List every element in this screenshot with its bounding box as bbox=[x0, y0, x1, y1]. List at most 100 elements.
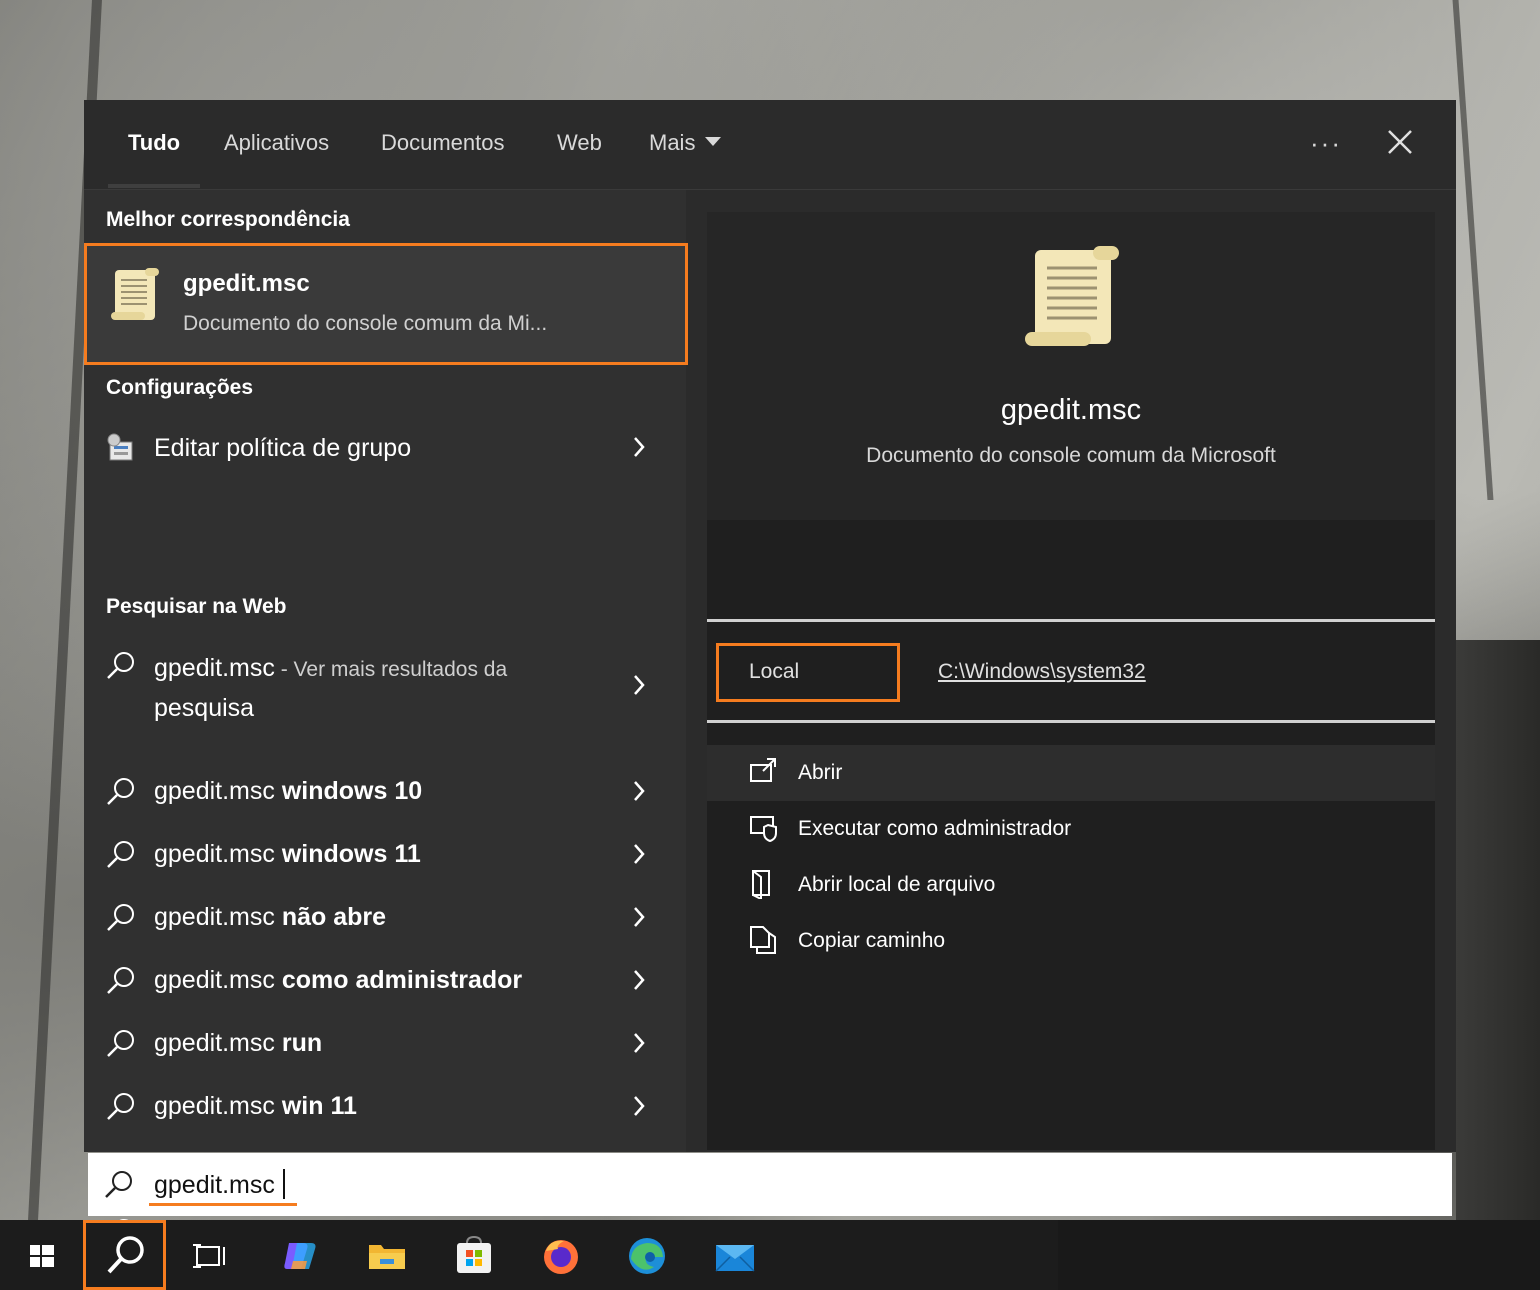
web-suggestion-item[interactable]: gpedit.msc como administrador bbox=[84, 951, 686, 1011]
action-open-file-location[interactable]: Abrir local de arquivo bbox=[707, 857, 1435, 913]
suggestion-text: gpedit.msc run bbox=[154, 1029, 322, 1058]
web-suggestion-item[interactable]: gpedit.msc win 11 bbox=[84, 1077, 686, 1137]
section-best-match: Melhor correspondência bbox=[106, 208, 350, 231]
suggestion-bold: win 11 bbox=[281, 1092, 357, 1120]
action-run-as-admin[interactable]: Executar como administrador bbox=[707, 801, 1435, 857]
chevron-right-icon bbox=[634, 1033, 645, 1053]
suggestion-prefix: gpedit.msc bbox=[154, 777, 282, 805]
action-copy-path-label: Copiar caminho bbox=[798, 929, 946, 952]
group-policy-icon bbox=[107, 433, 133, 461]
detail-title: gpedit.msc bbox=[1000, 394, 1142, 426]
chevron-right-icon bbox=[634, 844, 645, 864]
search-box[interactable]: gpedit.msc bbox=[88, 1153, 1452, 1216]
search-icon bbox=[107, 1030, 134, 1057]
windows-start-icon bbox=[30, 1245, 54, 1267]
results-list: Melhor correspondência gpedit.msc Docume… bbox=[84, 190, 688, 1246]
best-match-item[interactable]: gpedit.msc Documento do console comum da… bbox=[84, 243, 688, 365]
wallpaper-crack bbox=[1452, 0, 1494, 500]
microsoft-store-button[interactable] bbox=[432, 1220, 514, 1290]
chevron-right-icon bbox=[634, 675, 645, 695]
taskbar-empty-area bbox=[1058, 1220, 1540, 1290]
settings-item-group-policy[interactable]: Editar política de grupo bbox=[84, 418, 686, 478]
web-suggestion-item[interactable]: gpedit.msc não abre bbox=[84, 888, 686, 948]
copy-icon bbox=[750, 926, 776, 954]
web-suggestion-item[interactable]: gpedit.msc run bbox=[84, 1014, 686, 1074]
action-open-label: Abrir bbox=[798, 761, 843, 784]
search-icon bbox=[107, 841, 134, 868]
copilot-icon bbox=[284, 1243, 316, 1269]
close-icon[interactable] bbox=[1384, 126, 1416, 158]
web-result-query: gpedit.msc bbox=[154, 654, 275, 682]
task-view-icon bbox=[193, 1244, 225, 1268]
folder-open-icon bbox=[752, 870, 770, 899]
action-open-file-location-label: Abrir local de arquivo bbox=[798, 873, 996, 896]
action-copy-path[interactable]: Copiar caminho bbox=[707, 913, 1435, 969]
web-result-line2: pesquisa bbox=[154, 694, 255, 722]
search-underline-highlight bbox=[149, 1203, 297, 1206]
suggestion-text: gpedit.msc não abre bbox=[154, 903, 386, 932]
tab-apps[interactable]: Aplicativos bbox=[224, 130, 329, 156]
text-cursor bbox=[282, 1169, 285, 1199]
tab-more[interactable]: Mais bbox=[649, 130, 722, 156]
chevron-right-icon bbox=[634, 781, 645, 801]
chevron-right-icon bbox=[634, 1096, 645, 1116]
location-link[interactable]: C:\Windows\system32 bbox=[938, 660, 1146, 684]
more-options-button[interactable]: ··· bbox=[1310, 128, 1342, 159]
mail-icon bbox=[715, 1245, 755, 1272]
taskbar bbox=[0, 1220, 1540, 1290]
tab-web[interactable]: Web bbox=[557, 130, 602, 156]
suggestion-prefix: gpedit.msc bbox=[154, 840, 282, 868]
detail-description: Documento do console comum da Microsoft bbox=[866, 444, 1276, 467]
file-explorer-icon bbox=[369, 1245, 405, 1269]
web-result-see-more[interactable]: gpedit.msc - Ver mais resultados da pesq… bbox=[84, 642, 686, 730]
shield-icon bbox=[750, 816, 777, 843]
suggestion-prefix: gpedit.msc bbox=[154, 1029, 282, 1057]
search-icon bbox=[107, 1093, 134, 1120]
tab-documents[interactable]: Documentos bbox=[381, 130, 505, 156]
tab-all[interactable]: Tudo bbox=[128, 130, 180, 156]
chevron-right-icon bbox=[634, 970, 645, 990]
search-input-value: gpedit.msc bbox=[154, 1171, 275, 1199]
suggestion-bold: não abre bbox=[281, 903, 387, 931]
search-icon bbox=[107, 778, 134, 805]
best-match-desc: Documento do console comum da Mi... bbox=[183, 312, 548, 335]
detail-header: gpedit.msc Documento do console comum da… bbox=[707, 212, 1435, 520]
file-explorer-button[interactable] bbox=[345, 1220, 427, 1290]
firefox-icon bbox=[544, 1240, 578, 1274]
taskbar-search-button[interactable] bbox=[83, 1220, 166, 1290]
search-icon bbox=[107, 652, 134, 679]
suggestion-text: gpedit.msc windows 11 bbox=[154, 840, 421, 869]
edge-button[interactable] bbox=[605, 1220, 687, 1290]
divider bbox=[707, 619, 1435, 622]
microsoft-store-icon bbox=[457, 1235, 491, 1273]
task-view-button[interactable] bbox=[168, 1220, 250, 1290]
web-result-suffix: - Ver mais resultados da bbox=[274, 658, 508, 681]
web-result-text: gpedit.msc - Ver mais resultados da bbox=[154, 654, 507, 683]
copilot-button[interactable] bbox=[258, 1220, 340, 1290]
mail-button[interactable] bbox=[693, 1220, 775, 1290]
firefox-button[interactable] bbox=[519, 1220, 601, 1290]
divider bbox=[707, 720, 1435, 723]
suggestion-text: gpedit.msc win 11 bbox=[154, 1092, 357, 1121]
suggestion-bold: windows 10 bbox=[281, 777, 423, 805]
wallpaper-shadow bbox=[1456, 640, 1540, 1220]
suggestion-prefix: gpedit.msc bbox=[154, 903, 282, 931]
web-suggestion-item[interactable]: gpedit.msc windows 11 bbox=[84, 825, 686, 885]
suggestion-bold: como administrador bbox=[281, 966, 523, 994]
suggestion-text: gpedit.msc windows 10 bbox=[154, 777, 422, 806]
active-tab-indicator bbox=[108, 184, 200, 188]
section-web: Pesquisar na Web bbox=[106, 595, 287, 618]
best-match-name: gpedit.msc bbox=[183, 270, 310, 297]
chevron-right-icon bbox=[634, 437, 645, 457]
search-input[interactable]: gpedit.msc bbox=[154, 1169, 285, 1200]
search-icon bbox=[107, 1236, 144, 1274]
search-panel: Tudo Aplicativos Documentos Web Mais ···… bbox=[84, 100, 1456, 1246]
start-button[interactable] bbox=[0, 1220, 82, 1290]
section-settings: Configurações bbox=[106, 376, 254, 399]
web-suggestion-item[interactable]: gpedit.msc windows 10 bbox=[84, 762, 686, 822]
action-open[interactable]: Abrir bbox=[707, 745, 1435, 801]
filter-tabs: Tudo Aplicativos Documentos Web Mais ··· bbox=[84, 100, 1456, 190]
tab-more-label: Mais bbox=[649, 130, 696, 155]
suggestion-bold: windows 11 bbox=[281, 840, 421, 868]
suggestion-bold: run bbox=[281, 1029, 323, 1057]
